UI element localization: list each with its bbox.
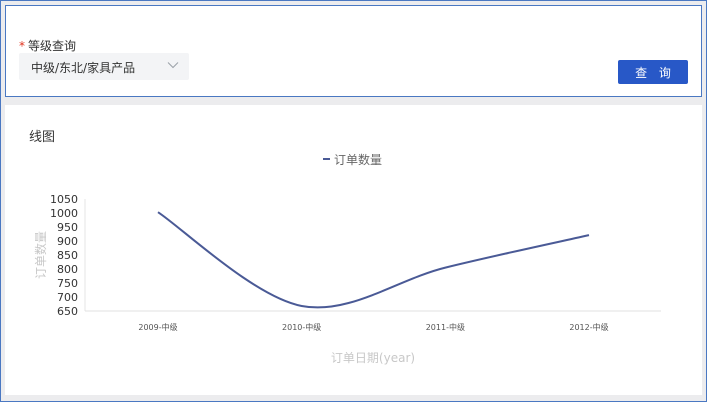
grade-query-label-text: 等级查询	[28, 39, 77, 53]
filter-panel: * 等级查询 中级/东北/家具产品 查 询	[5, 5, 702, 97]
y-tick-label: 650	[57, 305, 78, 318]
y-tick-label: 800	[57, 263, 78, 276]
chevron-down-icon	[167, 62, 179, 69]
chart-legend: 订单数量	[323, 152, 382, 167]
x-tick-label: 2010-中级	[282, 322, 321, 332]
y-tick-label: 900	[57, 235, 78, 248]
x-tick-label: 2012-中级	[569, 322, 608, 332]
y-tick-label: 950	[57, 221, 78, 234]
grade-select-value: 中级/东北/家具产品	[31, 61, 136, 75]
chart-title: 线图	[29, 130, 55, 145]
series-line-order-count	[157, 211, 590, 309]
required-mark: *	[19, 39, 25, 53]
y-axis-title: 订单数量	[33, 231, 48, 279]
x-axis-title: 订单日期(year)	[331, 351, 415, 365]
query-button[interactable]: 查 询	[618, 60, 688, 84]
legend-label: 订单数量	[334, 152, 382, 167]
y-tick-label: 850	[57, 249, 78, 262]
y-tick-label: 1050	[50, 193, 78, 206]
app-frame: * 等级查询 中级/东北/家具产品 查 询 线图 订单数量 650 700 750 80…	[0, 0, 707, 402]
line-chart: 线图 订单数量 65070075080085090095010001050 200…	[29, 130, 661, 365]
y-tick-label: 750	[57, 277, 78, 290]
x-tick-label: 2011-中级	[426, 322, 465, 332]
legend-swatch	[323, 158, 330, 160]
grade-select[interactable]: 中级/东北/家具产品	[19, 53, 189, 80]
y-tick-label: 700	[57, 291, 78, 304]
y-tick-label: 1000	[50, 207, 78, 220]
chart-panel: 线图 订单数量 650 700 750 800 850 900 950 1000 1050 200…	[5, 105, 702, 395]
grade-query-label: * 等级查询	[19, 37, 76, 54]
x-tick-label: 2009-中级	[138, 322, 177, 332]
